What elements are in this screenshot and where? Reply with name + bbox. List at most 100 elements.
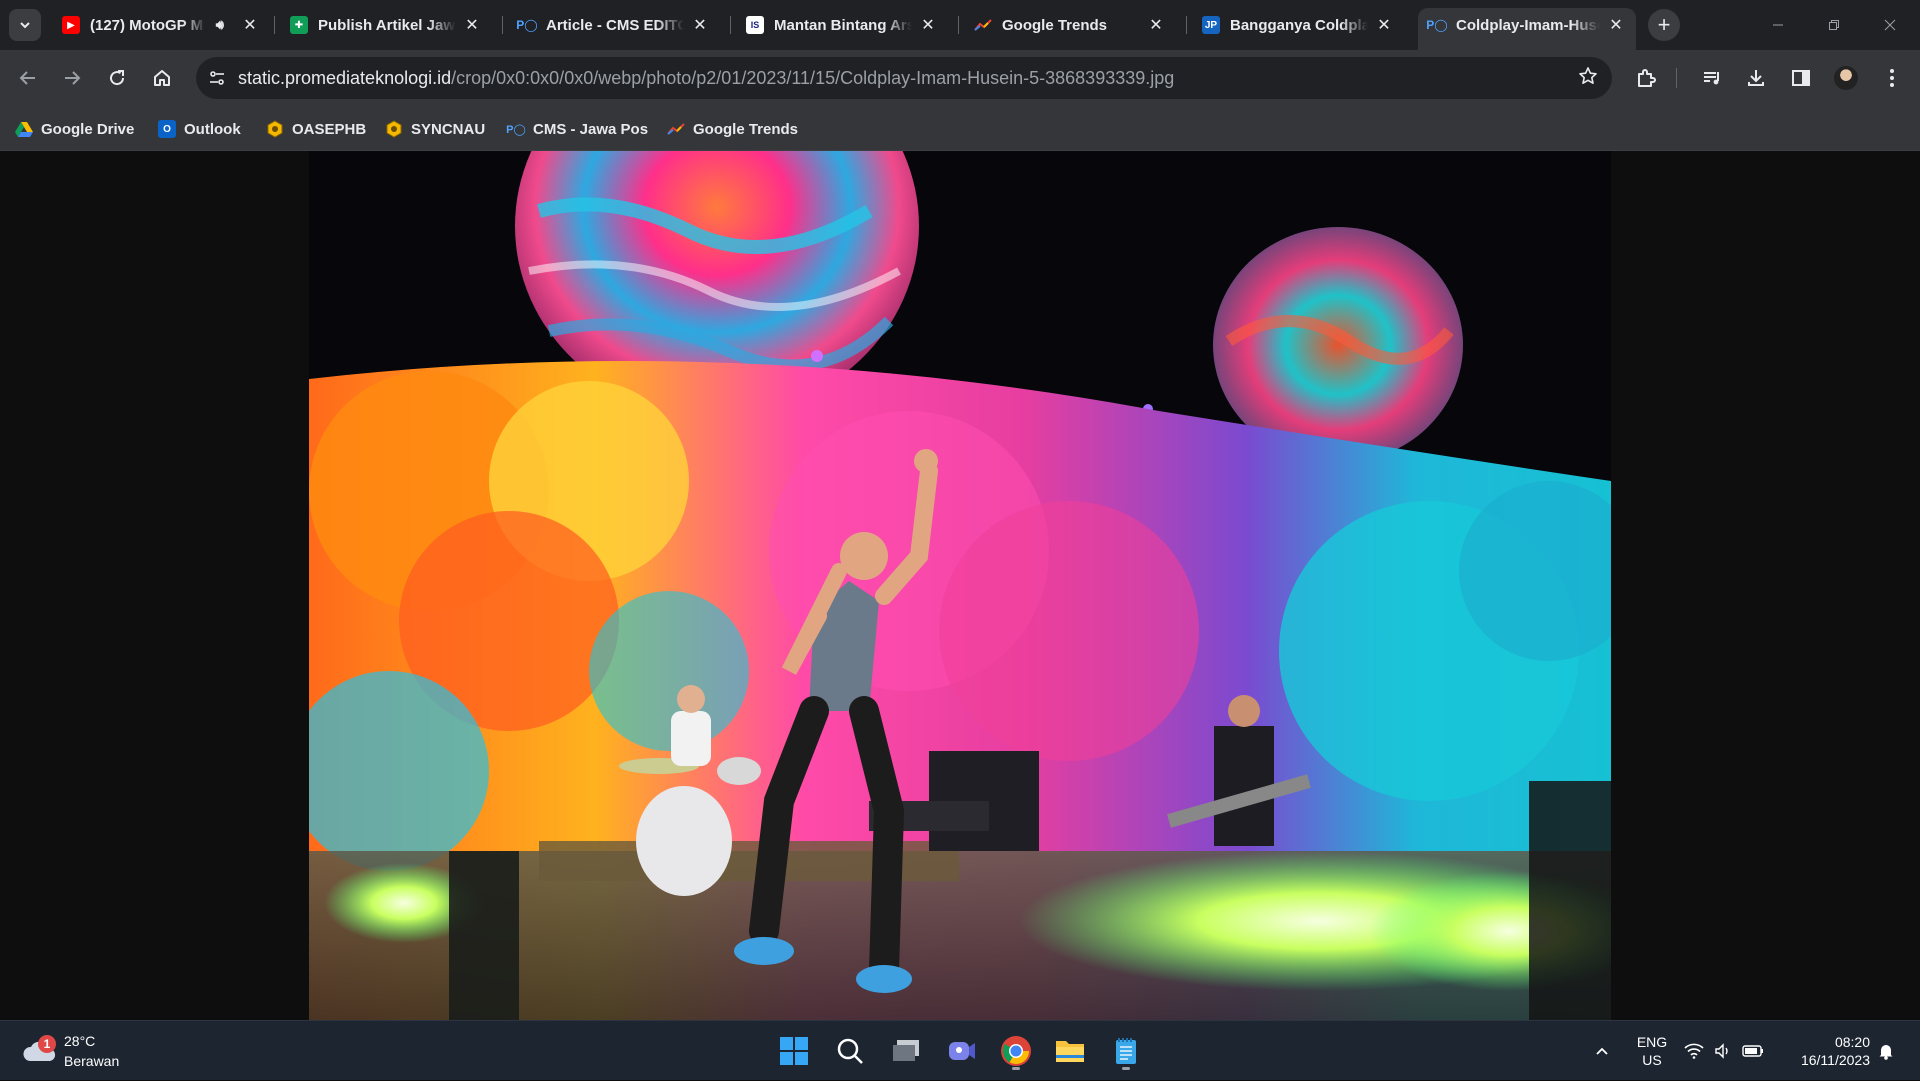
hexagon-icon bbox=[385, 120, 403, 138]
language-indicator[interactable]: ENG US bbox=[1628, 1021, 1676, 1081]
close-icon[interactable]: ✕ bbox=[690, 15, 710, 35]
restore-button[interactable] bbox=[1806, 0, 1862, 50]
show-hidden-icons-button[interactable] bbox=[1590, 1021, 1614, 1081]
bookmark-label: Outlook bbox=[184, 120, 241, 138]
profile-avatar[interactable] bbox=[1832, 64, 1860, 92]
wifi-icon bbox=[1684, 1043, 1704, 1059]
url-text[interactable]: static.promediateknologi.id/crop/0x0:0x0… bbox=[238, 68, 1174, 89]
chrome-taskbar-button[interactable] bbox=[994, 1029, 1038, 1073]
minimize-icon bbox=[1773, 24, 1783, 26]
plus-icon: + bbox=[1657, 12, 1671, 37]
taskbar: 1 28°C Berawan ENG US 08:20 16/11/2023 bbox=[0, 1020, 1920, 1080]
clock-date: 16/11/2023 bbox=[1800, 1052, 1870, 1068]
close-window-button[interactable] bbox=[1862, 0, 1918, 50]
close-icon[interactable]: ✕ bbox=[1146, 15, 1166, 35]
speaker-icon[interactable]: 🔊︎ bbox=[216, 17, 224, 33]
hexagon-icon bbox=[266, 120, 284, 138]
browser-window: ▶ (127) MotoGP M 🔊︎ ✕ ✚ Publish Artikel … bbox=[0, 0, 1920, 151]
concert-photo-image bbox=[309, 151, 1611, 1020]
puzzle-icon bbox=[1638, 69, 1656, 87]
tab-mantan-bintang[interactable]: IS Mantan Bintang Arse ✕ bbox=[736, 8, 948, 42]
bookmark-label: CMS - Jawa Pos bbox=[533, 120, 649, 138]
tab-title: Publish Artikel Jawa bbox=[318, 16, 456, 34]
new-tab-button[interactable]: + bbox=[1648, 9, 1680, 41]
bass-drum bbox=[636, 786, 732, 896]
forward-arrow-icon bbox=[65, 71, 81, 85]
drive-icon bbox=[15, 120, 33, 138]
minimize-button[interactable] bbox=[1750, 0, 1806, 50]
bookmark-syncnau[interactable]: SYNCNAU bbox=[385, 116, 485, 142]
kebab-menu-icon bbox=[1890, 69, 1894, 87]
close-icon[interactable]: ✕ bbox=[1374, 15, 1394, 35]
bookmark-oasephb[interactable]: OASEPHB bbox=[266, 116, 366, 142]
home-button[interactable] bbox=[144, 60, 180, 96]
tab-title: Coldplay-Imam-Husein bbox=[1456, 16, 1600, 34]
close-icon[interactable]: ✕ bbox=[918, 15, 938, 35]
weather-widget[interactable]: 1 28°C Berawan bbox=[20, 1029, 140, 1073]
guitarist bbox=[1214, 726, 1274, 846]
close-icon[interactable]: ✕ bbox=[240, 15, 260, 35]
bookmark-label: OASEPHB bbox=[292, 120, 367, 138]
restore-icon bbox=[1829, 20, 1839, 30]
file-explorer-button[interactable] bbox=[1048, 1029, 1092, 1073]
url-host: static.promediateknologi.id bbox=[238, 67, 452, 88]
bookmark-star-icon[interactable] bbox=[1578, 66, 1598, 92]
downloads-button[interactable] bbox=[1738, 60, 1774, 96]
tab-google-trends[interactable]: Google Trends ✕ bbox=[964, 8, 1176, 42]
concert-photo bbox=[309, 151, 1611, 1020]
task-view-button[interactable] bbox=[884, 1029, 928, 1073]
quick-settings[interactable] bbox=[1684, 1021, 1764, 1081]
menu-button[interactable] bbox=[1874, 60, 1910, 96]
tab-cms-editor[interactable]: P◯ Article - CMS EDITOR ✕ bbox=[508, 8, 720, 42]
notepad-button[interactable] bbox=[1104, 1029, 1148, 1073]
media-control-button[interactable] bbox=[1694, 60, 1730, 96]
reload-button[interactable] bbox=[99, 60, 135, 96]
bookmark-cms-jawa-pos[interactable]: P◯ CMS - Jawa Pos bbox=[506, 116, 649, 142]
youtube-icon: ▶ bbox=[62, 16, 80, 34]
notifications-button[interactable] bbox=[1874, 1021, 1898, 1081]
news-icon: IS bbox=[746, 16, 764, 34]
tab-publish-artikel[interactable]: ✚ Publish Artikel Jawa ✕ bbox=[280, 8, 492, 42]
close-icon[interactable]: ✕ bbox=[462, 15, 482, 35]
extensions-button[interactable] bbox=[1628, 60, 1664, 96]
trends-icon bbox=[667, 120, 685, 138]
sheets-icon: ✚ bbox=[290, 16, 308, 34]
battery-icon bbox=[1742, 1045, 1763, 1057]
tab-coldplay-imam-husein[interactable]: P◯ Coldplay-Imam-Husein ✕ bbox=[1418, 8, 1636, 50]
reload-icon bbox=[110, 70, 125, 86]
back-button[interactable] bbox=[10, 60, 46, 96]
address-bar[interactable]: static.promediateknologi.id/crop/0x0:0x0… bbox=[196, 57, 1612, 99]
close-icon[interactable]: ✕ bbox=[1606, 15, 1626, 35]
tab-search-button[interactable] bbox=[9, 9, 41, 41]
notepad-icon bbox=[1116, 1038, 1136, 1064]
teams-button[interactable] bbox=[940, 1029, 984, 1073]
bookmark-outlook[interactable]: O Outlook bbox=[158, 116, 241, 142]
toolbar: static.promediateknologi.id/crop/0x0:0x0… bbox=[0, 50, 1920, 106]
side-panel-button[interactable] bbox=[1783, 60, 1819, 96]
clock[interactable]: 08:20 16/11/2023 bbox=[1780, 1021, 1870, 1081]
forward-button[interactable] bbox=[54, 60, 90, 96]
playlist-icon bbox=[1704, 72, 1719, 85]
back-arrow-icon bbox=[19, 71, 35, 85]
keyboard-layout: US bbox=[1642, 1052, 1662, 1068]
notification-badge: 1 bbox=[38, 1035, 56, 1053]
toolbar-divider bbox=[1676, 68, 1677, 88]
tab-bangganya-coldplay[interactable]: JP Bangganya Coldplay ✕ bbox=[1192, 8, 1404, 42]
bookmark-label: Google Trends bbox=[693, 120, 799, 138]
site-info-icon[interactable] bbox=[196, 57, 238, 99]
video-chat-icon bbox=[949, 1042, 975, 1060]
bookmark-google-trends[interactable]: Google Trends bbox=[667, 116, 798, 142]
search-button[interactable] bbox=[828, 1029, 872, 1073]
po-icon: P◯ bbox=[1426, 18, 1448, 32]
tab-strip: ▶ (127) MotoGP M 🔊︎ ✕ ✚ Publish Artikel … bbox=[0, 0, 1920, 50]
chevron-up-icon bbox=[1596, 1047, 1608, 1055]
chrome-icon bbox=[1001, 1036, 1031, 1066]
folder-icon bbox=[1056, 1041, 1084, 1062]
bookmark-google-drive[interactable]: Google Drive bbox=[15, 116, 134, 142]
url-path: /crop/0x0:0x0/0x0/webp/photo/p2/01/2023/… bbox=[451, 67, 1175, 88]
start-button[interactable] bbox=[772, 1029, 816, 1073]
clock-time: 08:20 bbox=[1834, 1034, 1870, 1050]
task-view-icon bbox=[893, 1040, 919, 1061]
tab-motogp[interactable]: ▶ (127) MotoGP M 🔊︎ ✕ bbox=[52, 8, 270, 42]
jp-icon: JP bbox=[1202, 16, 1220, 34]
